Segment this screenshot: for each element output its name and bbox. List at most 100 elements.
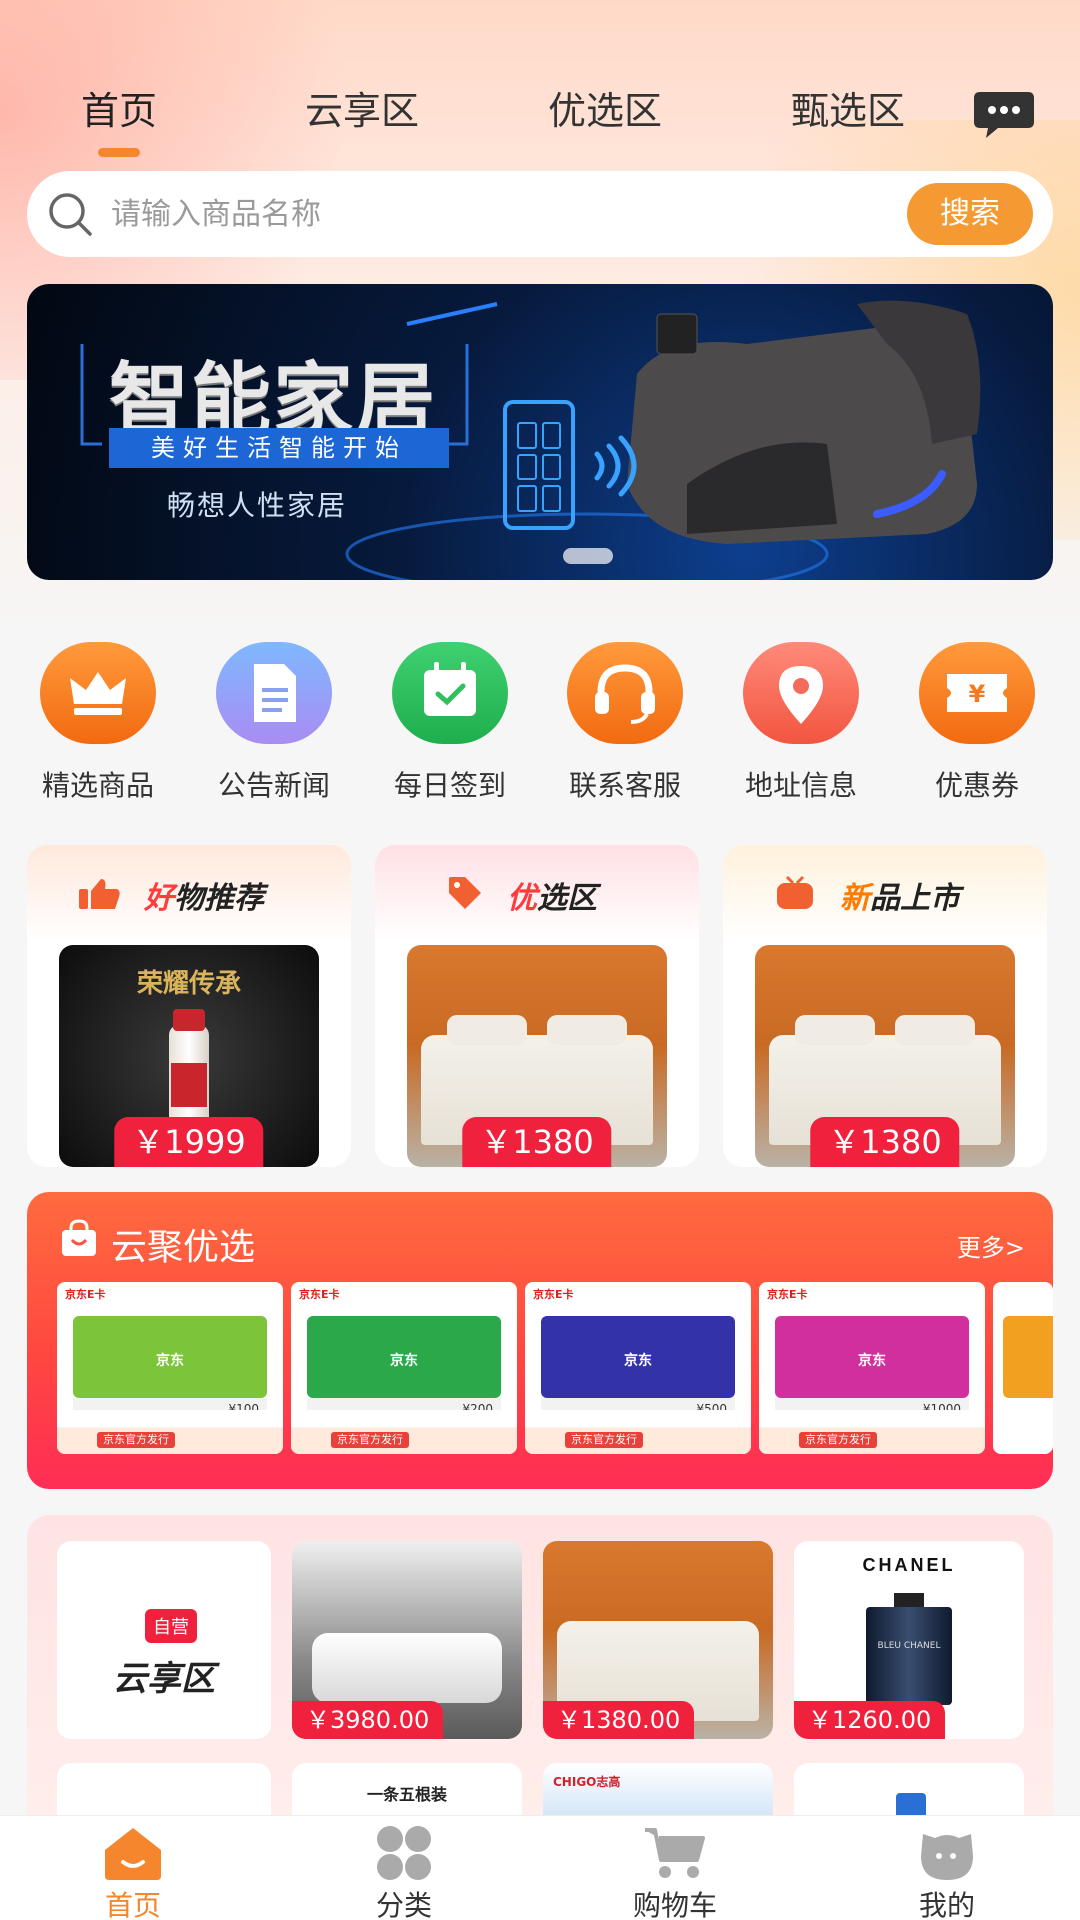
banner-tagline: 美好生活智能开始 [109,428,449,468]
top-tabs: 首页 云享区 优选区 甄选区 [0,80,1080,160]
feature-card-header: 新品上市 [723,845,1047,941]
quick-icon-featured[interactable]: 精选商品 [23,642,173,804]
card-footer: 京东官方发行 [57,1410,283,1454]
gift-card-row: 京东E卡 京东 ¥100 京东官方发行 京东E卡 京东 ¥200 京东官方发行 … [57,1282,1053,1454]
tab-label: 甄选区 [790,89,905,133]
banner-subtitle: 畅想人性家居 [167,489,348,522]
quick-icon-label: 联系客服 [568,769,681,802]
product-card-bed[interactable]: ￥1380.00 [543,1541,773,1739]
price-tag: ￥1260.00 [794,1701,946,1739]
product-card-partial[interactable]: 一条五根装 [292,1763,522,1823]
card-footer: 京东官方发行 [291,1410,517,1454]
nav-home[interactable]: 首页 [33,1824,233,1920]
crown-icon [40,642,156,744]
quick-icon-label: 优惠券 [934,769,1019,802]
nav-label: 分类 [375,1889,432,1920]
pillow-shape [895,1015,975,1045]
search-bar: 搜索 [27,171,1053,257]
profile-icon [915,1824,979,1882]
card-footer: 京东官方发行 [759,1410,985,1454]
gift-card[interactable]: 京东E卡 京东 ¥500 京东官方发行 [525,1282,751,1454]
quick-icon-label: 每日签到 [393,769,506,802]
search-icon [49,193,92,236]
feature-card-header: 好物推荐 [27,845,351,941]
quick-icon-label: 精选商品 [41,769,154,802]
feature-card-header: 优选区 [375,845,699,941]
card-issuer: 京东官方发行 [565,1432,643,1448]
calendar-check-icon [392,642,508,744]
feature-title: 好物推荐 [144,881,264,916]
quick-icon-news[interactable]: 公告新闻 [199,642,349,804]
quick-icon-coupon[interactable]: ¥ 优惠券 [902,642,1052,804]
perfume-bottle: BLEU CHANEL [866,1607,952,1705]
card-issuer: 京东官方发行 [331,1432,409,1448]
card-label: 京东E卡 [299,1288,340,1301]
svg-text:¥: ¥ [969,680,986,708]
tab-zhenxuan[interactable]: 甄选区 [748,80,948,135]
price-tag: ￥1380.00 [543,1701,695,1739]
tab-label: 优选区 [547,89,662,133]
card-face: 京东 [73,1316,267,1398]
pillow-shape [547,1015,627,1045]
nav-label: 购物车 [632,1889,717,1920]
chat-bubble-icon[interactable] [972,88,1036,142]
product-card-partial[interactable]: CHIGO志高 [543,1763,773,1823]
product-image-baijiu: 荣耀传承 ￥1999 [59,945,319,1167]
active-tab-indicator [98,148,140,157]
cloud-selection-panel: 云聚优选 更多> 京东E卡 京东 ¥100 京东官方发行 京东E卡 京东 ¥20… [27,1192,1053,1489]
feature-card-new[interactable]: 新品上市 ￥1380 [723,845,1047,1167]
product-card-partial[interactable] [57,1763,271,1823]
tab-youxuan[interactable]: 优选区 [505,80,705,135]
tab-label: 云享区 [304,89,419,133]
product-card-partial[interactable] [794,1763,1024,1823]
nav-profile[interactable]: 我的 [847,1824,1047,1920]
gift-card[interactable]: 京东E卡 京东 ¥100 京东官方发行 [57,1282,283,1454]
gift-card[interactable]: 京东E卡 京东 ¥1000 京东官方发行 [759,1282,985,1454]
quick-icon-address[interactable]: 地址信息 [726,642,876,804]
tab-yunxiang[interactable]: 云享区 [262,80,462,135]
price-tag: ￥1380 [810,1117,960,1167]
card-face: 京东 [541,1316,735,1398]
pillow-shape [447,1015,527,1045]
card-face: 京东 [307,1316,501,1398]
search-button[interactable]: 搜索 [907,183,1033,245]
bottle-cap [173,1009,205,1031]
phone-illustration [503,400,575,530]
card-issuer: 京东官方发行 [97,1432,175,1448]
gift-card-partial[interactable] [993,1282,1053,1454]
feature-card-recommend[interactable]: 好物推荐 荣耀传承 ￥1999 [27,845,351,1167]
bottle-label [171,1063,207,1107]
promo-banner[interactable]: 智能家居 美好生活智能开始 畅想人性家居 [27,284,1053,580]
bottle-text: BLEU CHANEL [877,1641,941,1651]
more-link[interactable]: 更多> [957,1228,1025,1263]
image-caption: 荣耀传承 [136,969,241,999]
document-icon [216,642,332,744]
card-brand: 京东 [156,1353,184,1369]
shopping-bag-icon [62,1219,96,1256]
card-label: 京东E卡 [767,1288,808,1301]
section-title: 云聚优选 [111,1227,256,1268]
card-brand: 京东 [858,1353,886,1369]
brand-logo: CHANEL [862,1555,956,1575]
card-face: 京东 [775,1316,969,1398]
feature-title: 新品上市 [840,881,960,916]
price-tag: ￥1999 [114,1117,264,1167]
card-brand: 京东 [624,1353,652,1369]
nav-cart[interactable]: 购物车 [575,1824,775,1920]
tab-label: 首页 [80,89,157,133]
yunxiang-header-box[interactable]: 自营 云享区 [57,1541,271,1739]
tab-home[interactable]: 首页 [19,80,219,157]
gift-card[interactable]: 京东E卡 京东 ¥200 京东官方发行 [291,1282,517,1454]
feature-card-youxuan[interactable]: 优选区 ￥1380 [375,845,699,1167]
product-card-perfume[interactable]: CHANEL BLEU CHANEL ￥1260.00 [794,1541,1024,1739]
quilt-shape [312,1633,502,1703]
pillow-shape [795,1015,875,1045]
cart-icon [643,1824,707,1882]
quick-icon-checkin[interactable]: 每日签到 [375,642,525,804]
self-operated-badge: 自营 [145,1609,197,1643]
quick-icon-service[interactable]: 联系客服 [550,642,700,804]
search-input[interactable] [111,189,711,239]
product-card-bedroom[interactable]: ￥3980.00 [292,1541,522,1739]
price-tag: ￥1380 [462,1117,612,1167]
nav-category[interactable]: 分类 [304,1824,504,1920]
